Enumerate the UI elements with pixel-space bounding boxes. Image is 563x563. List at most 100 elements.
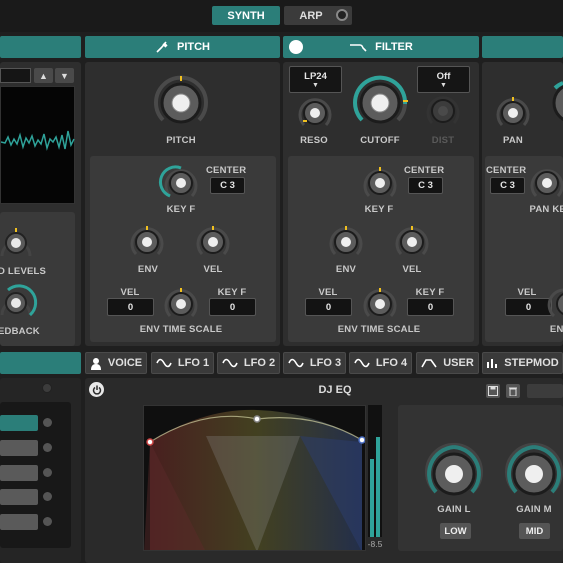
arrow-down-icon: ▼ [60,70,69,81]
eq-power-icon[interactable] [89,382,104,397]
wave-select-box[interactable] [0,68,31,83]
eq-save-button[interactable] [486,384,500,398]
filter-keyf-value[interactable]: 0 [407,298,454,316]
bottom-left-teal-bar [0,352,81,374]
tab-lfo1-label: LFO 1 [177,357,210,369]
tab-stepmod[interactable]: STEPMOD [482,352,563,374]
routing-slot-5[interactable] [0,514,38,530]
pitch-keyf-value[interactable]: 0 [209,298,256,316]
routing-status-led [42,383,52,393]
eq-meter-value: -8.5 [367,539,383,549]
filter-type-value: LP24 [304,70,327,82]
filter-env-time-scale-label: ENV TIME SCALE [337,324,421,335]
routing-slot-4-led[interactable] [43,492,52,501]
wave-down-button[interactable]: ▼ [55,68,74,83]
routing-slot-4[interactable] [0,489,38,505]
dropdown-arrow-icon: ▼ [312,81,319,89]
sine-wave-icon [156,358,172,368]
filter-vel-label: VEL [402,264,422,275]
filter-type-select[interactable]: LP24 ▼ [289,66,342,93]
filter-center-value[interactable]: C 3 [408,177,443,194]
sine-wave-icon [222,358,238,368]
routing-slot-1[interactable] [0,415,38,431]
routing-slot-3-led[interactable] [43,468,52,477]
top-bar [0,0,563,32]
tab-synth-label: SYNTH [227,9,265,22]
tab-synth[interactable]: SYNTH [212,6,280,25]
eq-curve-display[interactable] [143,405,366,551]
eq-output-meter [368,405,382,537]
low-band-button[interactable]: LOW [440,523,471,539]
pitch-keyf-label: KEY F [166,204,196,215]
amp-env-label: ENV [549,324,563,335]
step-bars-icon [487,359,498,368]
routing-slot-1-led[interactable] [43,418,52,427]
routing-slot-5-led[interactable] [43,517,52,526]
lowpass-curve-icon [350,44,367,52]
tuning-fork-icon [156,41,168,53]
dist-type-value: Off [436,70,451,82]
tab-lfo2-label: LFO 2 [243,357,276,369]
osc-header [0,36,81,58]
filter-env-label: ENV [335,264,357,275]
routing-slot-2[interactable] [0,440,38,456]
pitch-vel-value[interactable]: 0 [107,298,154,316]
meter-right-bar [376,437,380,537]
gain-l-knob[interactable] [425,442,483,496]
mid-band-button[interactable]: MID [519,523,550,539]
filter-keyf-small-label: KEY F [415,287,445,298]
arp-power-icon[interactable] [336,9,348,21]
filter-cutoff-label: CUTOFF [360,135,400,146]
dist-type-select[interactable]: Off ▼ [417,66,470,93]
gain-m-knob[interactable] [505,442,563,496]
pitch-header: PITCH [85,36,280,58]
tab-lfo4[interactable]: LFO 4 [349,352,412,374]
tab-user[interactable]: USER [416,352,479,374]
gain-m-label: GAIN M [516,504,552,515]
filter-title: FILTER [375,41,413,53]
eq-preset-field[interactable] [527,384,563,398]
tab-lfo3[interactable]: LFO 3 [283,352,346,374]
voice-person-icon [90,357,101,370]
amp-center-value[interactable]: C 3 [490,177,525,194]
amp-vel-label: VEL [517,287,537,298]
filter-dist-label: DIST [431,135,455,146]
save-disk-icon [488,386,498,396]
waveform-graph [1,130,75,151]
envelope-shape-icon [421,359,437,368]
amp-pan-key-label: PAN KEY [529,204,563,215]
pitch-title: PITCH [177,41,210,53]
gain-l-label: GAIN L [437,504,471,515]
tab-user-label: USER [443,357,474,369]
tab-arp-label: ARP [299,9,323,22]
eq-delete-button[interactable] [506,384,520,398]
tab-voice[interactable]: VOICE [85,352,147,374]
amp-center-label: CENTER [486,165,527,176]
low-band-label: LOW [444,525,467,537]
dropdown-arrow-icon: ▼ [440,81,447,89]
pitch-vel-label: VEL [203,264,223,275]
filter-center-label: CENTER [404,165,445,176]
pitch-env-time-scale-label: ENV TIME SCALE [139,324,223,335]
dj-eq-title: DJ EQ [318,384,352,396]
waveform-display [0,86,75,204]
amp-vel-value[interactable]: 0 [505,298,552,316]
tab-stepmod-label: STEPMOD [504,357,559,369]
routing-slot-2-led[interactable] [43,443,52,452]
filter-vel-small-label: VEL [318,287,338,298]
filter-header: FILTER [283,36,479,58]
filter-power-icon[interactable] [289,40,303,54]
wave-up-button[interactable]: ▲ [34,68,53,83]
tab-arp[interactable]: ARP [284,6,352,25]
tab-lfo1[interactable]: LFO 1 [151,352,214,374]
tab-lfo2[interactable]: LFO 2 [217,352,280,374]
sine-wave-icon [288,358,304,368]
routing-slot-3[interactable] [0,465,38,481]
filter-vel-value[interactable]: 0 [305,298,352,316]
pitch-env-label: ENV [137,264,159,275]
filter-reso-label: RESO [300,135,328,146]
pitch-center-value[interactable]: C 3 [210,177,245,194]
tab-lfo3-label: LFO 3 [309,357,342,369]
osc-levels-label: D LEVELS [0,266,47,277]
sine-wave-icon [354,358,370,368]
